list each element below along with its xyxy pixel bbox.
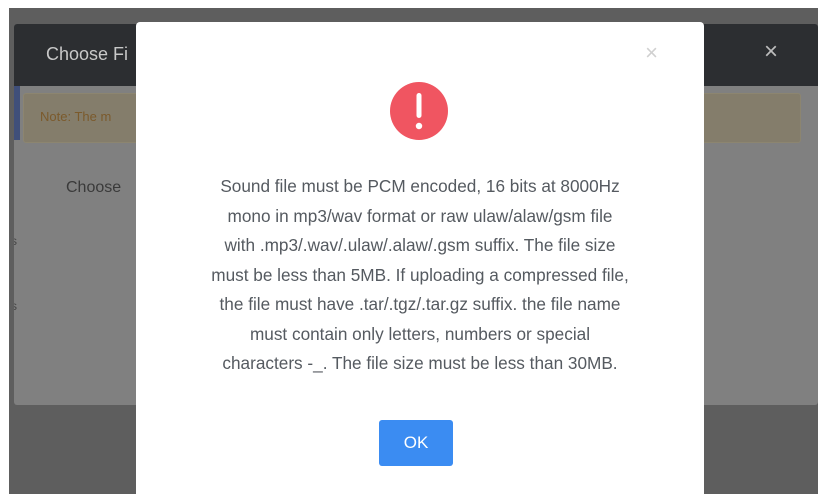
choose-file-dialog-title: Choose Fi: [46, 44, 129, 64]
message-line: must be less than 5MB. If uploading a co…: [211, 264, 629, 285]
screen: Choose Fi × Note: The m Choose s s × Sou…: [0, 0, 818, 494]
exclamation-circle-icon: [390, 82, 448, 140]
note-text: Note: The m: [40, 109, 112, 124]
edge-text-fragment: s: [14, 299, 17, 313]
message-line: Sound file must be PCM encoded, 16 bits …: [220, 176, 620, 196]
ok-button[interactable]: OK: [379, 420, 453, 466]
alert-message: Sound file must be PCM encoded, 16 bits …: [156, 172, 684, 379]
close-icon[interactable]: ×: [645, 42, 658, 64]
edge-text-fragment: s: [14, 234, 17, 248]
message-line: characters -_. The file size must be les…: [222, 353, 618, 373]
message-line: with .mp3/.wav/.ulaw/.alaw/.gsm suffix. …: [224, 235, 616, 255]
alert-dialog: × Sound file must be PCM encoded, 16 bit…: [136, 22, 704, 494]
message-line: mono in mp3/wav format or raw ulaw/alaw/…: [227, 205, 613, 226]
message-line: must contain only letters, numbers or sp…: [249, 323, 591, 344]
side-accent-bar: [14, 86, 20, 140]
close-icon[interactable]: ×: [764, 40, 778, 64]
choose-label: Choose: [66, 179, 122, 196]
message-line: the file must have .tar/.tgz/.tar.gz suf…: [219, 294, 621, 314]
